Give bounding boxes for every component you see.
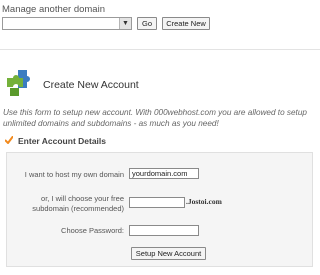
divider — [0, 49, 320, 50]
subdomain-label: or, I will choose your free subdomain (r… — [32, 194, 124, 213]
subdomain-suffix: .Jostoi.com — [186, 197, 222, 206]
manage-domain-label: Manage another domain — [2, 4, 105, 15]
page-title: Create New Account — [43, 79, 139, 91]
check-icon — [5, 136, 13, 144]
go-button[interactable]: Go — [137, 17, 157, 30]
password-input[interactable] — [129, 225, 199, 236]
section-heading: Enter Account Details — [18, 136, 107, 146]
puzzle-icon — [7, 70, 30, 96]
setup-account-button[interactable]: Setup New Account — [131, 247, 206, 260]
password-label: Choose Password: — [61, 226, 124, 235]
intro-text: Use this form to setup new account. With… — [3, 108, 307, 128]
subdomain-input[interactable] — [129, 197, 185, 208]
domain-select[interactable]: ▼ — [2, 17, 132, 30]
create-new-button[interactable]: Create New — [162, 17, 210, 30]
host-domain-label: I want to host my own domain — [24, 170, 124, 179]
domain-input[interactable] — [129, 168, 199, 179]
chevron-down-icon[interactable]: ▼ — [119, 18, 131, 29]
